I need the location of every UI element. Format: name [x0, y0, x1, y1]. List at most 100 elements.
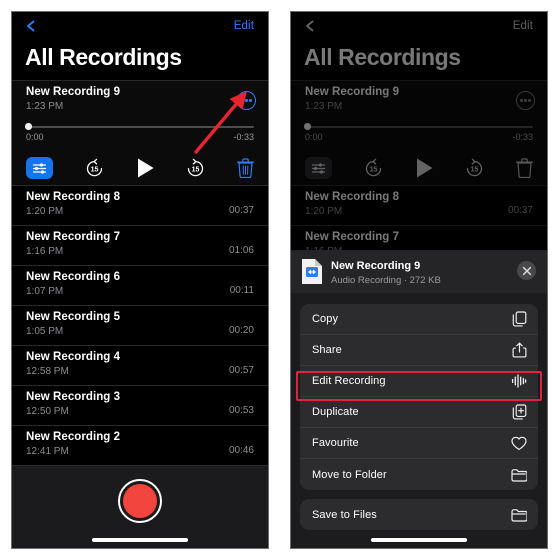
- recordings-list: New Recording 9 1:23 PM 0:00 -0:33 15 15…: [12, 80, 268, 465]
- equalizer-icon[interactable]: [26, 157, 53, 179]
- skip-forward-15-icon[interactable]: 15: [464, 158, 485, 179]
- close-icon[interactable]: [517, 261, 536, 280]
- remaining-time: -0:33: [512, 131, 533, 142]
- menu-item-favourite[interactable]: Favourite: [300, 428, 538, 459]
- svg-text:15: 15: [192, 166, 200, 173]
- waveform-icon: [511, 373, 527, 389]
- recording-name: New Recording 5: [26, 311, 121, 323]
- recording-time: 12:50 PM: [26, 406, 69, 417]
- edit-button[interactable]: Edit: [234, 20, 254, 32]
- screenshot-stage: Edit All Recordings New Recording 9 1:23…: [0, 0, 560, 560]
- recording-time: 1:23 PM: [26, 101, 64, 112]
- play-icon[interactable]: [136, 157, 155, 179]
- ellipsis-circle-icon[interactable]: [516, 91, 535, 110]
- skip-back-15-icon[interactable]: 15: [84, 158, 105, 179]
- svg-text:15: 15: [369, 166, 377, 173]
- menu-item-label: Share: [312, 344, 342, 356]
- recording-duration: 00:46: [228, 445, 254, 456]
- sheet-header: New Recording 9 Audio Recording · 272 KB: [291, 250, 547, 293]
- menu-item-copy[interactable]: Copy: [300, 304, 538, 335]
- ellipsis-circle-icon[interactable]: [237, 91, 256, 110]
- playback-scrubber[interactable]: 0:00 -0:33: [304, 123, 533, 142]
- menu-item-label: Duplicate: [312, 406, 359, 418]
- folder-icon: [511, 507, 527, 523]
- recording-time: 1:16 PM: [26, 246, 64, 257]
- ellipsis-dots: [520, 99, 531, 102]
- share-icon: [511, 342, 527, 358]
- menu-item-label: Copy: [312, 313, 339, 325]
- chevron-left-icon[interactable]: [25, 20, 37, 32]
- menu-item-duplicate[interactable]: Duplicate: [300, 397, 538, 428]
- voice-memos-screen-context-menu: Edit All Recordings New Recording 9 1:23…: [291, 12, 547, 548]
- skip-back-15-icon[interactable]: 15: [363, 158, 384, 179]
- recording-row[interactable]: New Recording 5 1:05 PM 00:20: [12, 305, 268, 345]
- recording-row[interactable]: New Recording 3 12:50 PM 00:53: [12, 385, 268, 425]
- voice-memos-screen-list: Edit All Recordings New Recording 9 1:23…: [12, 12, 268, 548]
- remaining-time: -0:33: [233, 131, 254, 142]
- recording-name: New Recording 8: [26, 191, 121, 203]
- recording-name: New Recording 9: [305, 86, 400, 98]
- recording-name: New Recording 3: [26, 391, 121, 403]
- menu-item-save-to-files[interactable]: Save to Files: [300, 499, 538, 530]
- edit-button[interactable]: Edit: [513, 20, 533, 32]
- play-icon[interactable]: [415, 157, 434, 179]
- trash-icon[interactable]: [236, 158, 254, 179]
- recording-row[interactable]: New Recording 4 12:58 PM 00:57: [12, 345, 268, 385]
- recording-row-expanded[interactable]: New Recording 9 1:23 PM 0:00 -0:33 15 15: [291, 80, 547, 185]
- recording-duration: 00:20: [228, 325, 254, 336]
- left-phone-screenshot: Edit All Recordings New Recording 9 1:23…: [11, 11, 269, 549]
- recording-time: 1:05 PM: [26, 326, 64, 337]
- recordings-list: New Recording 9 1:23 PM 0:00 -0:33 15 15…: [291, 80, 547, 265]
- dimmed-background-layer: Edit All Recordings New Recording 9 1:23…: [291, 12, 547, 265]
- scrubber-knob[interactable]: [25, 123, 32, 130]
- recording-duration: 00:53: [228, 405, 254, 416]
- recording-row[interactable]: New Recording 8 1:20 PM 00:37: [291, 185, 547, 225]
- page-title: All Recordings: [304, 44, 461, 70]
- sheet-subtitle: Audio Recording · 272 KB: [331, 275, 441, 286]
- recording-name: New Recording 9: [26, 86, 121, 98]
- home-indicator: [92, 538, 188, 542]
- folder-icon: [511, 467, 527, 483]
- recording-name: New Recording 6: [26, 271, 121, 283]
- menu-item-move-to-folder[interactable]: Move to Folder: [300, 459, 538, 490]
- menu-item-edit-recording[interactable]: Edit Recording: [300, 366, 538, 397]
- menu-item-label: Save to Files: [312, 508, 377, 521]
- menu-item-label: Favourite: [312, 437, 359, 449]
- skip-forward-15-icon[interactable]: 15: [185, 158, 206, 179]
- recording-name: New Recording 7: [305, 231, 400, 243]
- chevron-left-icon[interactable]: [304, 20, 316, 32]
- recording-row[interactable]: New Recording 8 1:20 PM 00:37: [12, 185, 268, 225]
- recording-row[interactable]: New Recording 7 1:16 PM 01:06: [12, 225, 268, 265]
- right-phone-screenshot: Edit All Recordings New Recording 9 1:23…: [290, 11, 548, 549]
- recording-row-expanded[interactable]: New Recording 9 1:23 PM 0:00 -0:33 15 15: [12, 80, 268, 185]
- menu-group-primary: Copy Share Edit Recording Duplicate Favo…: [300, 304, 538, 490]
- scrubber-track[interactable]: [25, 123, 254, 130]
- recording-time: 1:07 PM: [26, 286, 64, 297]
- scrubber-track[interactable]: [304, 123, 533, 130]
- scrubber-knob[interactable]: [304, 123, 311, 130]
- svg-text:15: 15: [90, 166, 98, 173]
- recording-row[interactable]: New Recording 6 1:07 PM 00:11: [12, 265, 268, 305]
- svg-text:15: 15: [471, 166, 479, 173]
- recording-time: 12:58 PM: [26, 366, 69, 377]
- equalizer-icon[interactable]: [305, 157, 332, 179]
- navigation-bar-right: Edit: [291, 12, 547, 42]
- scrubber-times: 0:00 -0:33: [26, 132, 254, 142]
- heart-icon: [511, 435, 527, 451]
- audio-file-icon: [301, 258, 323, 285]
- recording-duration: 00:37: [507, 205, 533, 216]
- recording-time: 1:20 PM: [26, 206, 64, 217]
- recording-row[interactable]: New Recording 2 12:41 PM 00:46: [12, 425, 268, 465]
- recording-duration: 00:57: [228, 365, 254, 376]
- menu-item-share[interactable]: Share: [300, 335, 538, 366]
- copy-icon: [511, 311, 527, 327]
- recording-time: 1:23 PM: [305, 101, 343, 112]
- recording-time: 1:20 PM: [305, 206, 343, 217]
- elapsed-time: 0:00: [26, 131, 44, 142]
- trash-icon[interactable]: [515, 158, 533, 179]
- playback-scrubber[interactable]: 0:00 -0:33: [25, 123, 254, 142]
- menu-item-label: Edit Recording: [312, 375, 386, 387]
- sheet-title: New Recording 9: [331, 260, 421, 272]
- record-button[interactable]: [118, 479, 162, 523]
- menu-group-secondary: Save to Files: [300, 499, 538, 530]
